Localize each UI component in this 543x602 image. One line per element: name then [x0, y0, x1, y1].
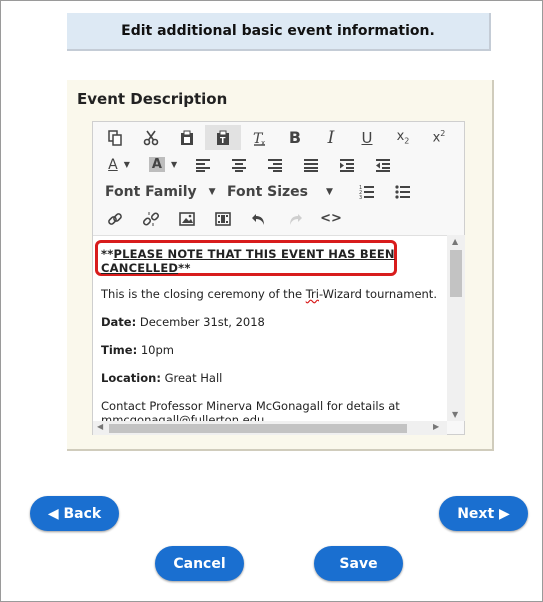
intro-paragraph: This is the closing ceremony of the Tri-… [101, 287, 441, 301]
horizontal-scroll-thumb[interactable] [109, 424, 407, 433]
font-family-dropdown[interactable]: Font Family ▼ [105, 179, 227, 204]
rich-text-editor: T Tx B I U x2 x2 A ▼ A ▼ Font Family ▼ F… [92, 121, 465, 435]
misspelled-word: Tri [305, 287, 319, 301]
copy-icon[interactable] [97, 125, 133, 150]
indent-icon[interactable] [329, 152, 365, 177]
source-code-icon[interactable]: <> [313, 206, 349, 231]
font-family-label: Font Family [105, 183, 197, 200]
panel-title: Event Description [77, 90, 228, 108]
time-label: Time: [101, 343, 138, 357]
back-button[interactable]: ◀ Back [30, 496, 119, 531]
cancellation-note: **PLEASE NOTE THAT THIS EVENT HAS BEEN C… [101, 244, 441, 275]
horizontal-scrollbar[interactable]: ◀ ▶ [93, 421, 447, 435]
toolbar-row-2: A ▼ A ▼ [97, 151, 401, 178]
align-center-icon[interactable] [221, 152, 257, 177]
chevron-down-icon: ▼ [326, 186, 333, 197]
chevron-down-icon: ▼ [208, 186, 216, 197]
justify-icon[interactable] [293, 152, 329, 177]
banner-text: Edit additional basic event information. [121, 23, 435, 39]
font-sizes-dropdown[interactable]: Font Sizes ▼ [227, 179, 349, 204]
intro-after: -Wizard tournament. [318, 287, 437, 301]
unlink-icon[interactable] [133, 206, 169, 231]
underline-icon[interactable]: U [349, 125, 385, 150]
image-icon[interactable] [169, 206, 205, 231]
clear-format-icon[interactable]: Tx [241, 125, 277, 150]
date-value: December 31st, 2018 [136, 315, 265, 329]
cut-icon[interactable] [133, 125, 169, 150]
date-paragraph: Date: December 31st, 2018 [101, 315, 441, 329]
video-icon[interactable] [205, 206, 241, 231]
editor-content[interactable]: **PLEASE NOTE THAT THIS EVENT HAS BEEN C… [93, 235, 447, 421]
bullet-list-icon[interactable] [385, 179, 421, 204]
paste-icon[interactable] [169, 125, 205, 150]
align-left-icon[interactable] [185, 152, 221, 177]
scroll-down-icon[interactable]: ▼ [452, 410, 458, 419]
location-paragraph: Location: Great Hall [101, 371, 441, 385]
toolbar-row-1: T Tx B I U x2 x2 [97, 124, 457, 151]
superscript-icon[interactable]: x2 [421, 125, 457, 150]
page-banner: Edit additional basic event information. [67, 13, 491, 51]
redo-icon[interactable] [277, 206, 313, 231]
contact-paragraph: Contact Professor Minerva McGonagall for… [101, 399, 400, 421]
note-prefix: ** [101, 247, 114, 261]
text-color-icon[interactable]: A ▼ [97, 152, 141, 177]
save-button[interactable]: Save [314, 546, 403, 581]
time-paragraph: Time: 10pm [101, 343, 441, 357]
vertical-scrollbar[interactable]: ▲ ▼ [447, 235, 465, 421]
date-label: Date: [101, 315, 137, 329]
font-sizes-label: Font Sizes [227, 183, 309, 200]
scroll-left-icon[interactable]: ◀ [97, 422, 103, 431]
next-button[interactable]: Next ▶ [439, 496, 528, 531]
paste-text-icon[interactable]: T [205, 125, 241, 150]
subscript-icon[interactable]: x2 [385, 125, 421, 150]
note-main: PLEASE NOTE THAT THIS EVENT HAS BEEN CAN… [101, 247, 395, 275]
svg-text:T: T [220, 136, 226, 145]
cancel-button[interactable]: Cancel [155, 546, 244, 581]
svg-text:3: 3 [359, 195, 362, 200]
toolbar-row-4: <> [97, 205, 349, 232]
bold-icon[interactable]: B [277, 125, 313, 150]
location-value: Great Hall [160, 371, 223, 385]
toolbar-row-3: Font Family ▼ Font Sizes ▼ 123 [105, 178, 421, 205]
vertical-scroll-thumb[interactable] [450, 250, 462, 297]
time-value: 10pm [137, 343, 174, 357]
location-label: Location: [101, 371, 161, 385]
intro-before: This is the closing ceremony of the [101, 287, 306, 301]
undo-icon[interactable] [241, 206, 277, 231]
scroll-up-icon[interactable]: ▲ [452, 237, 458, 246]
background-color-icon[interactable]: A ▼ [141, 152, 185, 177]
note-suffix: ** [178, 261, 191, 275]
outdent-icon[interactable] [365, 152, 401, 177]
link-icon[interactable] [97, 206, 133, 231]
scroll-right-icon[interactable]: ▶ [433, 422, 439, 431]
svg-text:x: x [261, 139, 265, 146]
event-description-panel: Event Description T Tx B I U x2 x2 A ▼ A… [67, 80, 494, 451]
numbered-list-icon[interactable]: 123 [349, 179, 385, 204]
italic-icon[interactable]: I [313, 125, 349, 150]
align-right-icon[interactable] [257, 152, 293, 177]
